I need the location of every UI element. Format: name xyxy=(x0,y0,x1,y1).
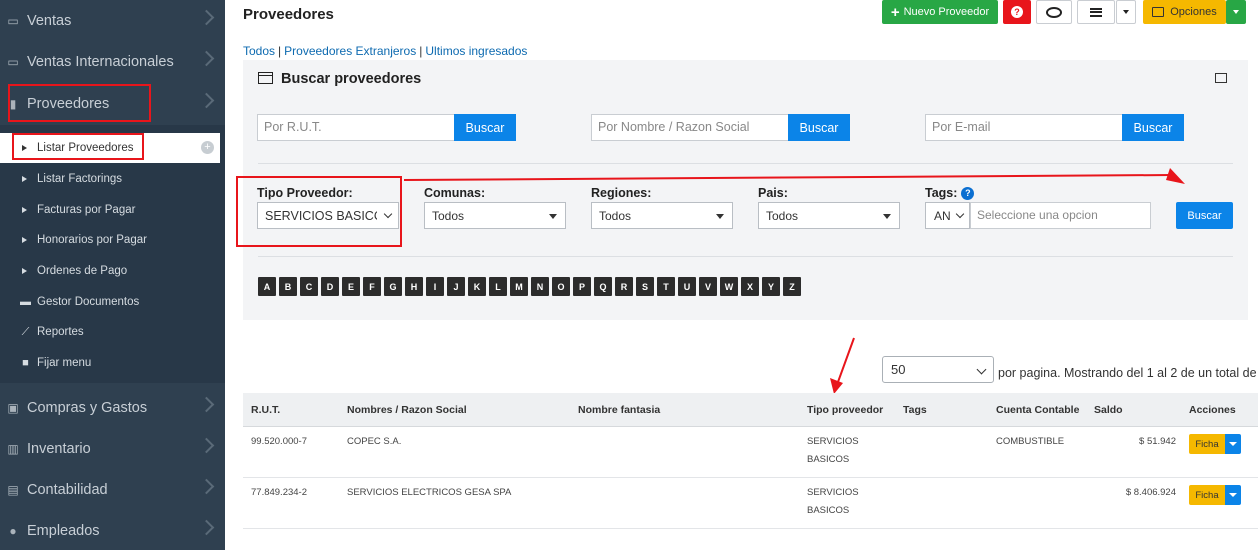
ficha-dropdown-button[interactable] xyxy=(1225,434,1241,454)
cell-tipo-line1: SERVICIOS xyxy=(807,487,859,498)
col-cuenta[interactable]: Cuenta Contable xyxy=(996,404,1079,416)
pagination-info: por pagina. Mostrando del 1 al 2 de un t… xyxy=(998,366,1258,380)
per-page-value: 50 xyxy=(891,362,906,377)
ficha-dropdown-button[interactable] xyxy=(1225,485,1241,505)
cell-nombre: SERVICIOS ELECTRICOS GESA SPA xyxy=(347,487,512,498)
col-acciones: Acciones xyxy=(1189,404,1236,416)
cell-tipo-line2: BASICOS xyxy=(807,454,850,465)
col-saldo[interactable]: Saldo xyxy=(1094,404,1123,416)
col-nombre[interactable]: Nombres / Razon Social xyxy=(347,404,467,416)
table-header: R.U.T. Nombres / Razon Social Nombre fan… xyxy=(243,393,1258,427)
ficha-button-group: Ficha xyxy=(1189,485,1241,505)
cell-rut: 99.520.000-7 xyxy=(251,436,307,447)
col-rut[interactable]: R.U.T. xyxy=(251,404,280,416)
cell-cuenta: COMBUSTIBLE xyxy=(996,436,1065,447)
ficha-button[interactable]: Ficha xyxy=(1189,434,1225,454)
cell-saldo: $ 51.942 xyxy=(1139,436,1176,447)
col-tipo[interactable]: Tipo proveedor xyxy=(807,404,883,416)
table-row: 77.849.234-2 SERVICIOS ELECTRICOS GESA S… xyxy=(243,478,1258,529)
chevron-down-icon xyxy=(976,364,987,375)
col-tags[interactable]: Tags xyxy=(903,404,927,416)
per-page-select[interactable]: 50 xyxy=(882,356,994,383)
ficha-button-group: Ficha xyxy=(1189,434,1241,454)
cell-tipo-line2: BASICOS xyxy=(807,505,850,516)
table-row: 99.520.000-7 COPEC S.A. SERVICIOS BASICO… xyxy=(243,427,1258,478)
cell-nombre: COPEC S.A. xyxy=(347,436,402,447)
cell-saldo: $ 8.406.924 xyxy=(1125,487,1176,498)
ficha-button[interactable]: Ficha xyxy=(1189,485,1225,505)
col-fantasia[interactable]: Nombre fantasia xyxy=(578,404,660,416)
cell-tipo-line1: SERVICIOS xyxy=(807,436,859,447)
cell-rut: 77.849.234-2 xyxy=(251,487,307,498)
